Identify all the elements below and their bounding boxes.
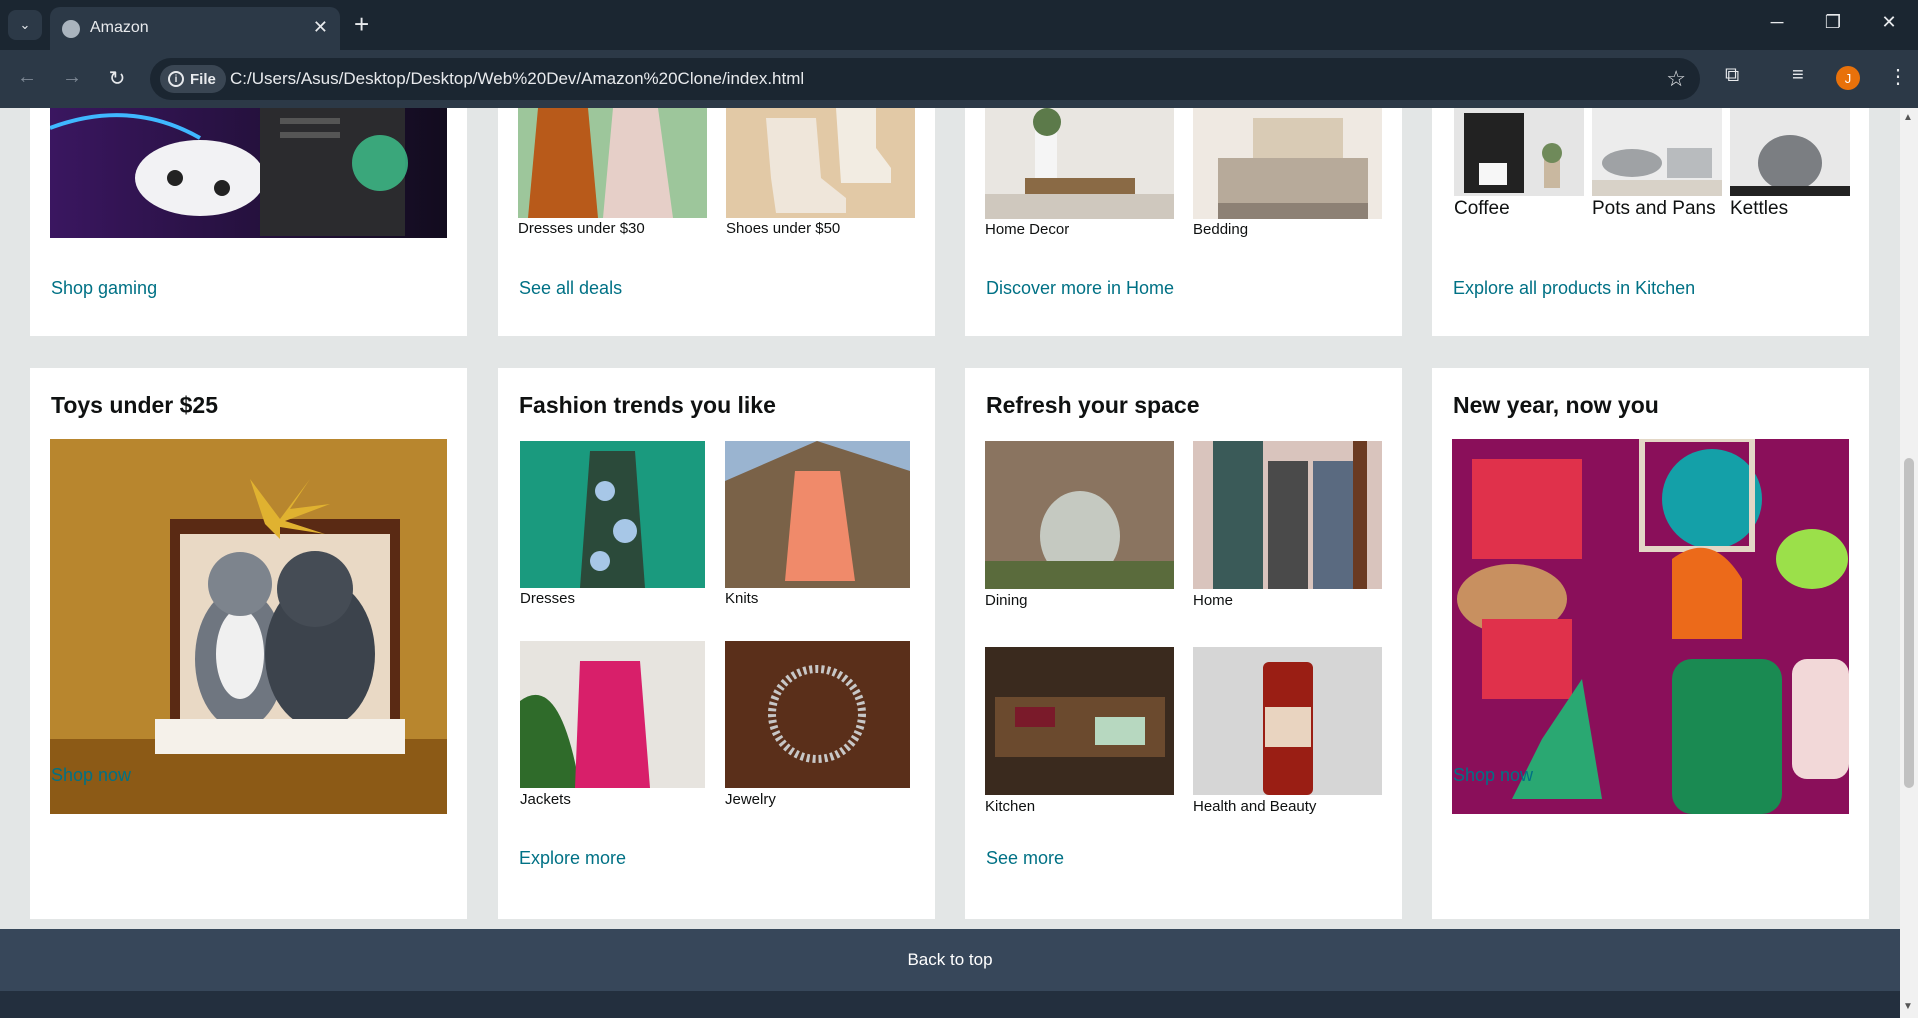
health-beauty-thumb[interactable] <box>1193 647 1382 795</box>
card-gaming: Shop gaming <box>30 108 467 336</box>
shop-gaming-link[interactable]: Shop gaming <box>51 278 157 299</box>
profile-avatar[interactable]: J <box>1836 66 1860 90</box>
card-kitchen: Coffee Pots and Pans Kettles Explore all… <box>1432 108 1869 336</box>
close-window-icon[interactable]: ✕ <box>1874 12 1904 33</box>
thumb-label: Health and Beauty <box>1193 798 1317 815</box>
thumb-label: Jackets <box>520 791 571 808</box>
back-to-top-button[interactable]: Back to top <box>0 929 1900 991</box>
thumb-label: Dresses <box>520 590 576 607</box>
browser-toolbar: ← → ↻ i File C:/Users/Asus/Desktop/Deskt… <box>0 50 1918 108</box>
vertical-scrollbar[interactable]: ▲ ▼ <box>1900 108 1918 1018</box>
scrollbar-thumb[interactable] <box>1904 458 1914 788</box>
card-title: Refresh your space <box>986 392 1200 418</box>
scroll-down-arrow-icon[interactable]: ▼ <box>1903 1001 1913 1012</box>
card-new-year: New year, now you Shop now <box>1432 368 1869 919</box>
toys-image[interactable] <box>50 439 447 814</box>
pots-pans-thumb[interactable] <box>1592 108 1722 196</box>
address-bar[interactable]: i File C:/Users/Asus/Desktop/Desktop/Web… <box>150 58 1700 100</box>
thumb-label: Home Decor <box>985 221 1070 238</box>
thumb-label: Knits <box>725 590 759 607</box>
coffee-thumb[interactable] <box>1454 108 1584 196</box>
dining-thumb[interactable] <box>985 441 1174 589</box>
media-controls-icon[interactable]: ≡ <box>1792 64 1804 87</box>
card-title: Toys under $25 <box>51 392 219 418</box>
bedding-thumb[interactable] <box>1193 108 1382 219</box>
reload-icon[interactable]: ↻ <box>104 66 130 91</box>
tab-strip: ⌄ Amazon ✕ + ─ ❐ ✕ <box>0 0 1918 50</box>
dresses-thumb[interactable] <box>518 108 707 218</box>
see-all-deals-link[interactable]: See all deals <box>519 278 622 299</box>
back-arrow-icon[interactable]: ← <box>14 66 40 89</box>
browser-tab[interactable]: Amazon ✕ <box>50 7 340 50</box>
thumb-label: Pots and Pans <box>1592 198 1716 219</box>
see-more-link[interactable]: See more <box>986 848 1064 869</box>
thumb-label: Home <box>1193 592 1234 609</box>
thumb-label: Kettles <box>1730 198 1789 219</box>
shoes-thumb[interactable] <box>726 108 915 218</box>
bookmark-star-icon[interactable]: ☆ <box>1666 66 1686 92</box>
page-content: Shop gaming Dresses under $30 Shoes unde… <box>0 108 1900 1018</box>
gaming-image[interactable] <box>50 108 447 238</box>
thumb-label: Shoes under $50 <box>726 220 841 237</box>
extensions-puzzle-icon[interactable]: ⧉ <box>1725 64 1739 87</box>
kitchen-thumb[interactable] <box>985 647 1174 795</box>
card-title: New year, now you <box>1453 392 1659 418</box>
card-refresh: Refresh your space Dining Home Kitchen H… <box>965 368 1402 919</box>
close-tab-icon[interactable]: ✕ <box>313 17 328 38</box>
minimize-icon[interactable]: ─ <box>1762 12 1792 33</box>
dresses-fashion-thumb[interactable] <box>520 441 705 588</box>
scroll-up-arrow-icon[interactable]: ▲ <box>1903 112 1913 123</box>
jewelry-thumb[interactable] <box>725 641 910 788</box>
shop-now-new-year-link[interactable]: Shop now <box>1453 765 1533 786</box>
info-icon: i <box>168 71 184 87</box>
thumb-label: Dining <box>985 592 1028 609</box>
card-title: Fashion trends you like <box>519 392 776 418</box>
thumb-label: Jewelry <box>725 791 776 808</box>
file-chip-label: File <box>190 70 216 88</box>
home-decor-thumb[interactable] <box>985 108 1174 219</box>
thumb-label: Kitchen <box>985 798 1036 815</box>
thumb-label: Bedding <box>1193 221 1249 238</box>
card-fashion: Fashion trends you like Dresses Knits Ja… <box>498 368 935 919</box>
explore-more-link[interactable]: Explore more <box>519 848 626 869</box>
card-deals: Dresses under $30 Shoes under $50 See al… <box>498 108 935 336</box>
footer-nav <box>0 991 1900 1018</box>
new-tab-plus-icon[interactable]: + <box>354 10 369 38</box>
jackets-thumb[interactable] <box>520 641 705 788</box>
shop-now-toys-link[interactable]: Shop now <box>51 765 131 786</box>
site-info-chip[interactable]: i File <box>160 65 226 93</box>
card-toys: Toys under $25 Shop now <box>30 368 467 919</box>
home-thumb[interactable] <box>1193 441 1382 589</box>
thumb-label: Coffee <box>1454 198 1510 219</box>
url-text[interactable]: C:/Users/Asus/Desktop/Desktop/Web%20Dev/… <box>230 69 804 89</box>
tab-title: Amazon <box>90 19 149 36</box>
kebab-menu-icon[interactable]: ⋮ <box>1888 64 1908 89</box>
new-year-image[interactable] <box>1452 439 1849 814</box>
card-home: Home Decor Bedding Discover more in Home <box>965 108 1402 336</box>
thumb-label: Dresses under $30 <box>518 220 645 237</box>
knits-thumb[interactable] <box>725 441 910 588</box>
forward-arrow-icon[interactable]: → <box>59 66 85 89</box>
explore-kitchen-link[interactable]: Explore all products in Kitchen <box>1453 278 1695 299</box>
restore-icon[interactable]: ❐ <box>1818 12 1848 33</box>
tab-search-chevron-icon[interactable]: ⌄ <box>8 10 42 40</box>
kettles-thumb[interactable] <box>1730 108 1850 196</box>
globe-icon <box>62 20 80 38</box>
discover-home-link[interactable]: Discover more in Home <box>986 278 1174 299</box>
